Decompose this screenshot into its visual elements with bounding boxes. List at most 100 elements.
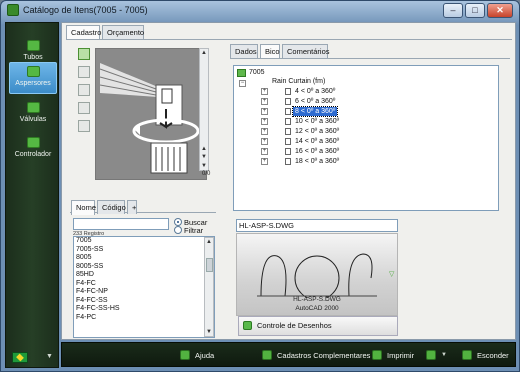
tree-node[interactable]: 4 < 0º a 360º [295,87,335,96]
sidebar-item-valvulas[interactable]: Válvulas [9,99,57,131]
item-list[interactable]: 7005 7005-SS 8005 8005-SS 85HD F4-FC F4-… [73,236,215,338]
nozzle-tree[interactable]: 7005 − Rain Curtain (fm) + 4 < 0º a 360º… [233,65,499,211]
drawings-icon [243,321,252,330]
list-item[interactable]: 85HD [74,271,214,280]
drawing-file-field[interactable]: HL-ASP-S.DWG [236,219,398,232]
list-item[interactable]: 7005 [74,237,214,246]
expand-icon[interactable]: + [261,138,268,145]
tab-nome[interactable]: Nome [71,200,96,215]
expand-icon[interactable]: + [261,88,268,95]
list-item[interactable]: 8005-SS [74,263,214,272]
controle-desenhos-button[interactable]: Controle de Desenhos [238,316,398,336]
expand-arrow-icon[interactable]: ▽ [389,270,394,278]
tab-cadastro[interactable]: Cadastro [66,25,101,40]
sidebar-item-aspersores[interactable]: Aspersores [9,62,57,94]
landscape-icon[interactable] [78,84,90,96]
tab-bico[interactable]: Bico [260,44,280,59]
tree-node[interactable]: 10 < 0º a 360º [295,117,339,126]
esconder-button[interactable]: Esconder [462,349,514,362]
ajuda-button[interactable]: Ajuda [180,349,220,362]
tree-group[interactable]: Rain Curtain (fm) [272,77,325,86]
preview-counter: 0/0 [202,171,211,177]
imprimir-button[interactable]: Imprimir [372,349,418,362]
sidebar-item-controlador[interactable]: Controlador [9,134,57,166]
tree-root[interactable]: 7005 [249,68,265,77]
list-item[interactable]: F4-FC-NP [74,288,214,297]
tab-comentarios[interactable]: Comentários [282,44,330,58]
list-item[interactable]: F4-PC [74,314,214,323]
tools-dropdown-button[interactable]: ▼ [426,349,448,362]
preview-scrollbar[interactable]: ▲ ▲ ▼ ▼ [199,48,209,171]
sidebar-item-label: Tubos [23,54,43,61]
print-icon [372,350,382,360]
hide-icon [462,350,472,360]
scrollbar-thumb[interactable] [206,258,213,272]
cadastros-complementares-button[interactable]: Cadastros Complementares [262,349,372,362]
sidebar-item-label: Válvulas [19,116,47,123]
tree-node[interactable]: 14 < 0º a 360º [295,137,339,146]
pipe-icon [26,40,40,51]
tree-node[interactable]: 12 < 0º a 360º [295,127,339,136]
expand-icon[interactable]: + [261,158,268,165]
scroll-down-icon[interactable]: ▼ [200,162,208,170]
list-item[interactable]: 7005-SS [74,246,214,255]
close-button[interactable]: ✕ [487,3,513,18]
scroll-up-icon[interactable]: ▲ [200,145,208,153]
language-dropdown-icon[interactable]: ▼ [46,353,53,360]
sidebar-item-label: Aspersores [15,80,51,87]
sprinkler-diagram-icon [99,63,200,174]
list-item[interactable]: F4-FC [74,280,214,289]
expand-icon[interactable]: + [261,118,268,125]
expand-icon[interactable]: + [261,98,268,105]
document-icon [285,108,291,115]
help-icon [180,350,190,360]
document-icon [285,138,291,145]
minimize-button[interactable]: – [443,3,463,18]
tree-node[interactable]: 16 < 0º a 360º [295,147,339,156]
expand-icon[interactable]: + [261,148,268,155]
buscar-radio[interactable] [174,218,182,226]
maximize-button[interactable]: □ [465,3,485,18]
expand-icon[interactable]: + [261,128,268,135]
bottom-toolbar: Ajuda Cadastros Complementares Imprimir … [61,342,516,367]
search-input[interactable] [73,218,169,230]
chevron-down-icon: ▼ [441,352,447,358]
tab-codigo[interactable]: Código [97,200,126,214]
title-bar[interactable]: Catálogo de Itens(7005 - 7005) – □ ✕ [1,1,519,21]
window-title: Catálogo de Itens(7005 - 7005) [23,5,148,15]
tree-node-selected[interactable]: 8 < 0º a 360º [291,106,339,117]
filtrar-radio[interactable] [174,226,182,234]
app-logo-icon [7,4,19,16]
tab-dados[interactable]: Dados [230,44,258,58]
image-icon[interactable] [78,66,90,78]
tab-orcamento[interactable]: Orçamento [102,25,144,39]
link-icon[interactable] [78,120,90,132]
tree-node[interactable]: 18 < 0º a 360º [295,157,339,166]
brazil-flag-icon[interactable] [12,352,28,363]
scroll-up-icon[interactable]: ▲ [205,238,213,246]
tab-add[interactable]: + [127,200,137,214]
filtrar-label: Filtrar [184,226,204,235]
scroll-up-icon[interactable]: ▲ [200,49,208,57]
sidebar: Tubos Aspersores Válvulas Controlador ▼ [5,22,59,368]
drawing-name: HL-ASP-S.DWG [293,296,341,303]
list-item[interactable]: 8005 [74,254,214,263]
list-item[interactable]: F4-FC-SS-HS [74,305,214,314]
document-icon [285,148,291,155]
expand-icon[interactable]: + [261,108,268,115]
sprinkler-icon [26,66,40,77]
app-window: Catálogo de Itens(7005 - 7005) – □ ✕ Tub… [0,0,520,372]
list-item[interactable]: F4-FC-SS [74,297,214,306]
cadastros-label: Cadastros Complementares [277,351,371,360]
sidebar-item-label: Controlador [14,151,52,158]
valve-icon [26,102,40,113]
scroll-down-icon[interactable]: ▼ [200,153,208,161]
document-icon [285,128,291,135]
scroll-down-icon[interactable]: ▼ [205,328,213,336]
tree-node[interactable]: 6 < 0º a 360º [295,97,335,106]
zoom-icon[interactable] [78,48,90,60]
collapse-icon[interactable]: − [239,80,246,87]
list-scrollbar[interactable]: ▲ ▼ [204,237,214,337]
copy-icon[interactable] [78,102,90,114]
document-icon [285,118,291,125]
